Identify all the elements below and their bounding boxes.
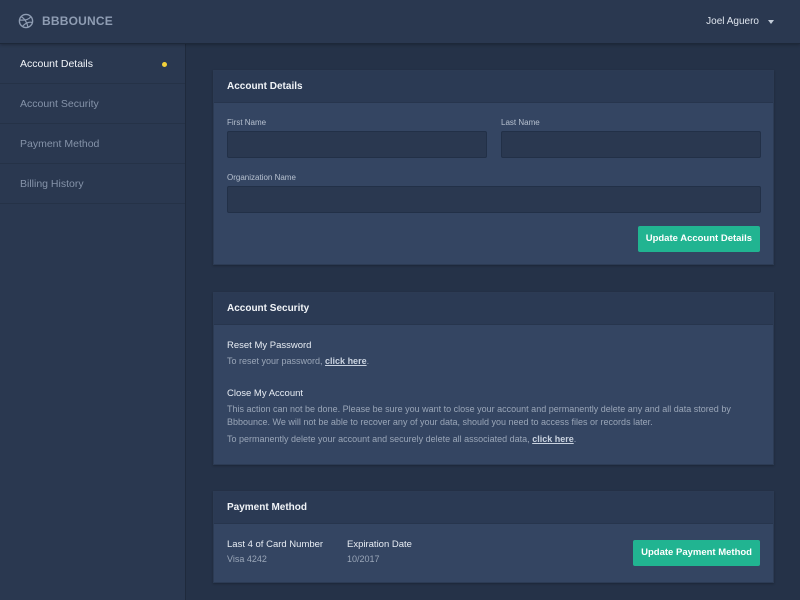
organization-name-label: Organization Name bbox=[227, 173, 296, 182]
sidebar-item-account-details[interactable]: Account Details bbox=[0, 44, 185, 84]
sidebar-item-label: Billing History bbox=[20, 178, 84, 190]
update-account-details-button[interactable]: Update Account Details bbox=[637, 226, 760, 252]
last-name-label: Last Name bbox=[501, 118, 540, 127]
card-number-value: Visa 4242 bbox=[227, 554, 267, 564]
reset-password-description: To reset your password, bbox=[227, 356, 326, 366]
sidebar-item-account-security[interactable]: Account Security bbox=[0, 84, 185, 124]
card-number-label: Last 4 of Card Number bbox=[227, 539, 324, 550]
brand-logo[interactable]: BBBOUNCE bbox=[18, 13, 113, 29]
account-security-card: Account Security Reset My Password To re… bbox=[213, 292, 774, 465]
account-details-title: Account Details bbox=[214, 71, 773, 103]
user-menu[interactable]: Joel Aguero bbox=[706, 16, 774, 27]
close-account-link[interactable]: click here bbox=[532, 434, 574, 444]
payment-method-title: Payment Method bbox=[214, 492, 773, 524]
close-account-period: . bbox=[573, 434, 577, 444]
expiration-date-label: Expiration Date bbox=[347, 539, 412, 550]
sidebar-item-label: Account Security bbox=[20, 98, 99, 110]
account-details-card: Account Details First Name Last Name Org… bbox=[213, 70, 774, 265]
sidebar-item-billing-history[interactable]: Billing History bbox=[0, 164, 185, 204]
close-account-text: To permanently delete your account and s… bbox=[227, 433, 757, 446]
update-payment-method-button[interactable]: Update Payment Method bbox=[633, 540, 760, 566]
user-name: Joel Aguero bbox=[706, 16, 759, 27]
close-account-title: Close My Account bbox=[227, 388, 304, 399]
brand-name: BBBOUNCE bbox=[42, 14, 113, 28]
caret-down-icon bbox=[768, 19, 774, 24]
reset-password-text: To reset your password, click here. bbox=[227, 355, 757, 368]
sidebar-item-label: Payment Method bbox=[20, 138, 100, 150]
first-name-input[interactable] bbox=[227, 131, 487, 158]
last-name-input[interactable] bbox=[501, 131, 761, 158]
reset-password-period: . bbox=[366, 356, 370, 366]
organization-name-input[interactable] bbox=[227, 186, 761, 213]
close-account-warning: This action can not be done. Please be s… bbox=[227, 404, 731, 427]
account-security-title: Account Security bbox=[214, 293, 773, 325]
sidebar-item-payment-method[interactable]: Payment Method bbox=[0, 124, 185, 164]
payment-method-card: Payment Method Last 4 of Card Number Vis… bbox=[213, 491, 774, 583]
top-bar: BBBOUNCE Joel Aguero bbox=[0, 0, 800, 44]
sidebar-item-label: Account Details bbox=[20, 58, 93, 70]
active-indicator-dot bbox=[162, 62, 167, 67]
reset-password-title: Reset My Password bbox=[227, 340, 312, 351]
expiration-date-value: 10/2017 bbox=[347, 554, 380, 564]
basketball-icon bbox=[18, 13, 34, 29]
close-account-description: To permanently delete your account and s… bbox=[227, 434, 533, 444]
reset-password-link[interactable]: click here bbox=[325, 356, 367, 366]
sidebar: Account Details Account Security Payment… bbox=[0, 44, 186, 600]
first-name-label: First Name bbox=[227, 118, 267, 127]
